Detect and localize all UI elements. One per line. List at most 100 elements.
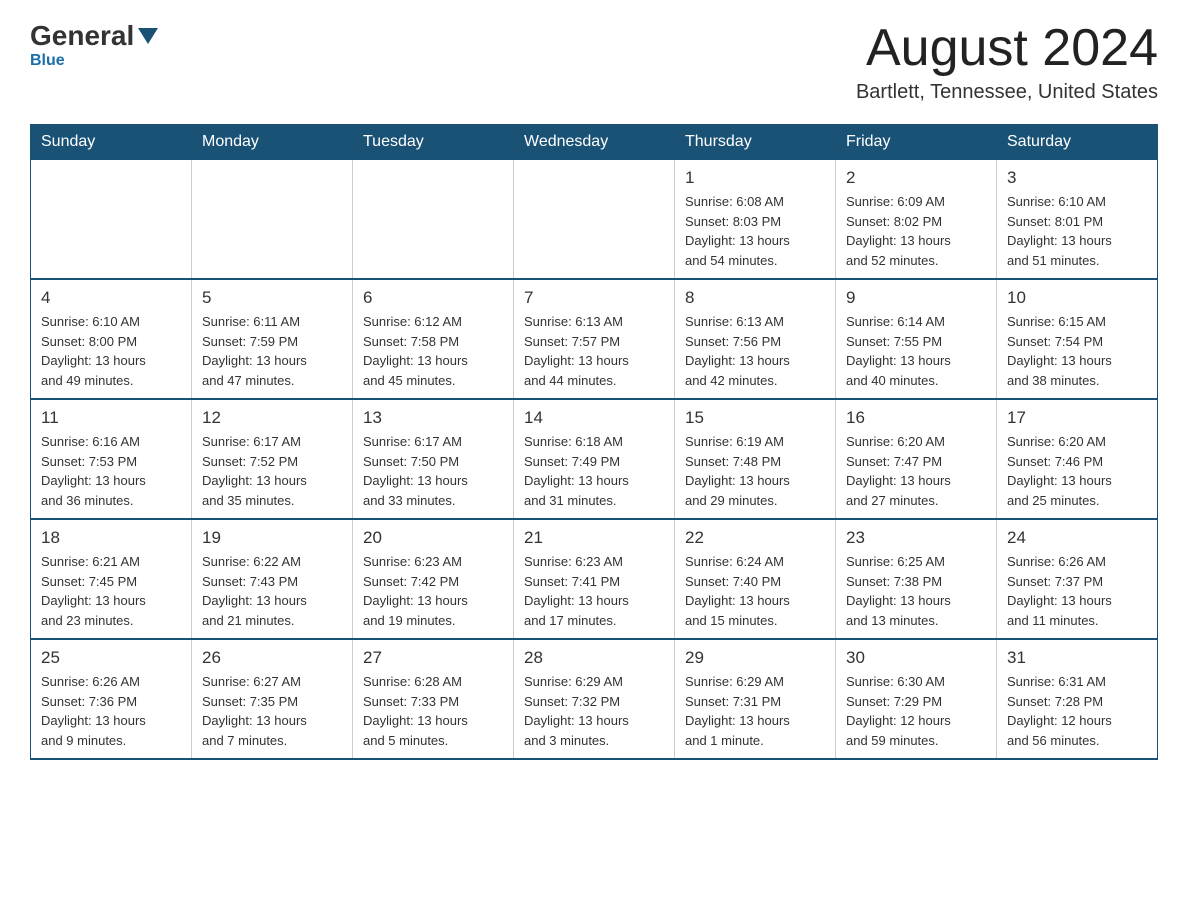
logo-triangle-icon <box>138 28 158 44</box>
logo-general-text: General <box>30 20 134 52</box>
month-title: August 2024 <box>856 20 1158 77</box>
day-info: Sunrise: 6:10 AMSunset: 8:00 PMDaylight:… <box>41 312 181 390</box>
calendar-week-row: 4 Sunrise: 6:10 AMSunset: 8:00 PMDaylight… <box>31 279 1158 399</box>
day-number: 4 <box>41 288 181 308</box>
calendar-day-cell: 14 Sunrise: 6:18 AMSunset: 7:49 PMDayligh… <box>514 399 675 519</box>
day-number: 29 <box>685 648 825 668</box>
day-number: 22 <box>685 528 825 548</box>
day-info: Sunrise: 6:15 AMSunset: 7:54 PMDaylight:… <box>1007 312 1147 390</box>
calendar-week-row: 1 Sunrise: 6:08 AMSunset: 8:03 PMDaylight… <box>31 160 1158 280</box>
day-number: 24 <box>1007 528 1147 548</box>
calendar-day-cell: 20Sunrise: 6:23 AMSunset: 7:42 PMDayligh… <box>353 519 514 639</box>
day-number: 23 <box>846 528 986 548</box>
day-info: Sunrise: 6:25 AMSunset: 7:38 PMDaylight:… <box>846 552 986 630</box>
calendar-day-cell: 11Sunrise: 6:16 AMSunset: 7:53 PMDayligh… <box>31 399 192 519</box>
day-number: 10 <box>1007 288 1147 308</box>
day-info: Sunrise: 6:11 AMSunset: 7:59 PMDaylight:… <box>202 312 342 390</box>
day-number: 28 <box>524 648 664 668</box>
day-number: 7 <box>524 288 664 308</box>
day-info: Sunrise: 6:20 AMSunset: 7:46 PMDaylight:… <box>1007 432 1147 510</box>
day-number: 3 <box>1007 168 1147 188</box>
calendar-day-cell <box>353 160 514 280</box>
calendar-week-row: 25 Sunrise: 6:26 AMSunset: 7:36 PMDayligh… <box>31 639 1158 759</box>
day-info: Sunrise: 6:21 AMSunset: 7:45 PMDaylight:… <box>41 552 181 630</box>
day-info: Sunrise: 6:26 AMSunset: 7:36 PMDaylight:… <box>41 672 181 750</box>
weekday-header-cell: Sunday <box>31 125 192 160</box>
location-title: Bartlett, Tennessee, United States <box>856 81 1158 104</box>
day-info: Sunrise: 6:12 AMSunset: 7:58 PMDaylight:… <box>363 312 503 390</box>
calendar-day-cell: 13 Sunrise: 6:17 AMSunset: 7:50 PMDayligh… <box>353 399 514 519</box>
day-info: Sunrise: 6:22 AMSunset: 7:43 PMDaylight:… <box>202 552 342 630</box>
day-number: 16 <box>846 408 986 428</box>
calendar-day-cell: 24 Sunrise: 6:26 AMSunset: 7:37 PMDayligh… <box>997 519 1158 639</box>
day-info: Sunrise: 6:13 AMSunset: 7:57 PMDaylight:… <box>524 312 664 390</box>
calendar-day-cell: 9 Sunrise: 6:14 AMSunset: 7:55 PMDaylight… <box>836 279 997 399</box>
day-number: 26 <box>202 648 342 668</box>
day-info: Sunrise: 6:24 AMSunset: 7:40 PMDaylight:… <box>685 552 825 630</box>
day-number: 12 <box>202 408 342 428</box>
day-info: Sunrise: 6:17 AMSunset: 7:50 PMDaylight:… <box>363 432 503 510</box>
day-info: Sunrise: 6:08 AMSunset: 8:03 PMDaylight:… <box>685 192 825 270</box>
calendar-day-cell: 1 Sunrise: 6:08 AMSunset: 8:03 PMDaylight… <box>675 160 836 280</box>
day-number: 5 <box>202 288 342 308</box>
calendar-day-cell: 30 Sunrise: 6:30 AMSunset: 7:29 PMDayligh… <box>836 639 997 759</box>
day-info: Sunrise: 6:29 AMSunset: 7:32 PMDaylight:… <box>524 672 664 750</box>
day-info: Sunrise: 6:23 AMSunset: 7:41 PMDaylight:… <box>524 552 664 630</box>
calendar-day-cell: 26 Sunrise: 6:27 AMSunset: 7:35 PMDayligh… <box>192 639 353 759</box>
day-number: 9 <box>846 288 986 308</box>
day-info: Sunrise: 6:10 AMSunset: 8:01 PMDaylight:… <box>1007 192 1147 270</box>
day-number: 8 <box>685 288 825 308</box>
day-info: Sunrise: 6:19 AMSunset: 7:48 PMDaylight:… <box>685 432 825 510</box>
day-number: 13 <box>363 408 503 428</box>
calendar-day-cell: 4 Sunrise: 6:10 AMSunset: 8:00 PMDaylight… <box>31 279 192 399</box>
day-info: Sunrise: 6:09 AMSunset: 8:02 PMDaylight:… <box>846 192 986 270</box>
weekday-header-cell: Tuesday <box>353 125 514 160</box>
day-info: Sunrise: 6:31 AMSunset: 7:28 PMDaylight:… <box>1007 672 1147 750</box>
calendar-day-cell: 6 Sunrise: 6:12 AMSunset: 7:58 PMDaylight… <box>353 279 514 399</box>
calendar-header: SundayMondayTuesdayWednesdayThursdayFrid… <box>31 125 1158 160</box>
day-info: Sunrise: 6:28 AMSunset: 7:33 PMDaylight:… <box>363 672 503 750</box>
day-number: 17 <box>1007 408 1147 428</box>
day-info: Sunrise: 6:26 AMSunset: 7:37 PMDaylight:… <box>1007 552 1147 630</box>
calendar-day-cell <box>514 160 675 280</box>
day-info: Sunrise: 6:13 AMSunset: 7:56 PMDaylight:… <box>685 312 825 390</box>
calendar-day-cell: 16Sunrise: 6:20 AMSunset: 7:47 PMDayligh… <box>836 399 997 519</box>
calendar-day-cell: 12Sunrise: 6:17 AMSunset: 7:52 PMDayligh… <box>192 399 353 519</box>
day-info: Sunrise: 6:18 AMSunset: 7:49 PMDaylight:… <box>524 432 664 510</box>
calendar-day-cell <box>31 160 192 280</box>
day-number: 31 <box>1007 648 1147 668</box>
weekday-header-cell: Friday <box>836 125 997 160</box>
weekday-header-cell: Wednesday <box>514 125 675 160</box>
day-number: 30 <box>846 648 986 668</box>
calendar-day-cell: 27Sunrise: 6:28 AMSunset: 7:33 PMDayligh… <box>353 639 514 759</box>
day-number: 19 <box>202 528 342 548</box>
calendar-day-cell <box>192 160 353 280</box>
day-info: Sunrise: 6:29 AMSunset: 7:31 PMDaylight:… <box>685 672 825 750</box>
day-number: 15 <box>685 408 825 428</box>
day-number: 14 <box>524 408 664 428</box>
day-number: 6 <box>363 288 503 308</box>
calendar-day-cell: 17 Sunrise: 6:20 AMSunset: 7:46 PMDayligh… <box>997 399 1158 519</box>
day-info: Sunrise: 6:14 AMSunset: 7:55 PMDaylight:… <box>846 312 986 390</box>
day-number: 18 <box>41 528 181 548</box>
calendar-day-cell: 8 Sunrise: 6:13 AMSunset: 7:56 PMDaylight… <box>675 279 836 399</box>
calendar-day-cell: 18 Sunrise: 6:21 AMSunset: 7:45 PMDayligh… <box>31 519 192 639</box>
calendar-day-cell: 28 Sunrise: 6:29 AMSunset: 7:32 PMDayligh… <box>514 639 675 759</box>
title-section: August 2024 Bartlett, Tennessee, United … <box>856 20 1158 104</box>
calendar-day-cell: 22 Sunrise: 6:24 AMSunset: 7:40 PMDayligh… <box>675 519 836 639</box>
day-number: 25 <box>41 648 181 668</box>
calendar-body: 1 Sunrise: 6:08 AMSunset: 8:03 PMDaylight… <box>31 160 1158 760</box>
calendar-day-cell: 23 Sunrise: 6:25 AMSunset: 7:38 PMDayligh… <box>836 519 997 639</box>
logo: General Blue <box>30 20 158 70</box>
calendar-day-cell: 3 Sunrise: 6:10 AMSunset: 8:01 PMDaylight… <box>997 160 1158 280</box>
calendar-day-cell: 31 Sunrise: 6:31 AMSunset: 7:28 PMDayligh… <box>997 639 1158 759</box>
calendar-day-cell: 29 Sunrise: 6:29 AMSunset: 7:31 PMDayligh… <box>675 639 836 759</box>
calendar-day-cell: 10 Sunrise: 6:15 AMSunset: 7:54 PMDayligh… <box>997 279 1158 399</box>
day-number: 2 <box>846 168 986 188</box>
calendar-day-cell: 21Sunrise: 6:23 AMSunset: 7:41 PMDayligh… <box>514 519 675 639</box>
calendar-day-cell: 19 Sunrise: 6:22 AMSunset: 7:43 PMDayligh… <box>192 519 353 639</box>
weekday-header-cell: Thursday <box>675 125 836 160</box>
day-info: Sunrise: 6:27 AMSunset: 7:35 PMDaylight:… <box>202 672 342 750</box>
day-number: 1 <box>685 168 825 188</box>
day-info: Sunrise: 6:30 AMSunset: 7:29 PMDaylight:… <box>846 672 986 750</box>
